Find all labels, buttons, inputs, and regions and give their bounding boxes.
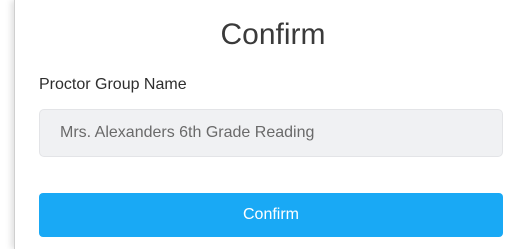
- confirm-button[interactable]: Confirm: [39, 193, 503, 237]
- dialog-title: Confirm: [220, 18, 326, 51]
- confirm-dialog: Confirm Proctor Group Name Confirm: [14, 0, 530, 249]
- proctor-group-name-label: Proctor Group Name: [39, 76, 187, 93]
- proctor-group-name-input[interactable]: [39, 109, 503, 157]
